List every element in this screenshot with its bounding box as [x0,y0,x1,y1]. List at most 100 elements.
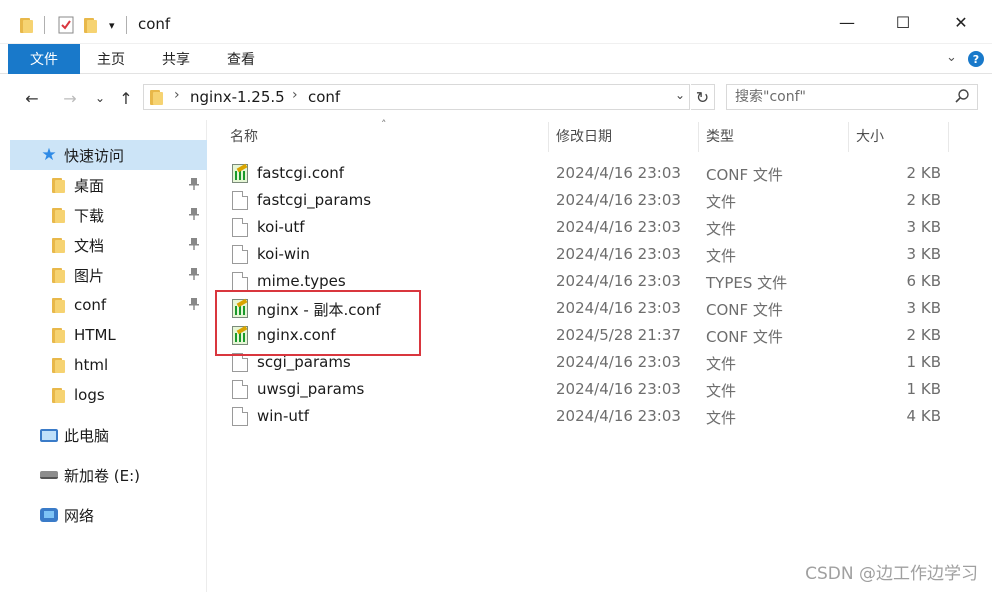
sidebar-item-label: HTML [74,326,116,344]
file-type: 文件 [706,220,737,238]
close-button[interactable]: ✕ [932,0,990,44]
file-size: 2 KB [906,326,941,344]
search-icon[interactable] [954,88,970,108]
minimize-button[interactable]: — [818,0,876,44]
column-header-type[interactable]: 类型 [706,120,734,152]
file-type: 文件 [706,247,737,265]
sidebar-item-label: 文档 [74,236,105,255]
refresh-button[interactable]: ↻ [691,84,715,110]
sidebar-item-label: 图片 [74,266,105,285]
file-size: 2 KB [906,164,941,182]
tab-home[interactable]: 主页 [84,44,138,74]
tab-view[interactable]: 查看 [214,44,268,74]
conf-file-icon [232,164,248,183]
pin-icon[interactable] [189,297,199,313]
sidebar-item-downloads[interactable]: 下载 [10,200,207,230]
file-date: 2024/4/16 23:03 [556,191,681,209]
pin-icon[interactable] [189,267,199,283]
chevron-right-icon[interactable]: › [174,87,180,103]
recent-locations-button[interactable]: ⌄ [88,86,112,110]
file-size: 2 KB [906,191,941,209]
column-divider[interactable] [848,122,849,152]
sidebar-item-label: 新加卷 (E:) [64,466,141,485]
pin-icon[interactable] [189,177,199,193]
sidebar-item-html[interactable]: html [10,350,207,380]
sidebar-item-pictures[interactable]: 图片 [10,260,207,290]
column-divider[interactable] [948,122,949,152]
sidebar-item-label: 快速访问 [64,146,125,165]
column-header-size[interactable]: 大小 [856,120,884,152]
folder-icon [50,297,68,313]
file-name: fastcgi_params [257,191,372,209]
sidebar-item-drive-e[interactable]: 新加卷 (E:) [10,460,207,490]
file-date: 2024/4/16 23:03 [556,353,681,371]
address-dropdown[interactable]: ⌄ [675,88,685,102]
sort-ascending-icon: ˄ [381,118,387,131]
file-date: 2024/4/16 23:03 [556,245,681,263]
sidebar-item-desktop[interactable]: 桌面 [10,170,207,200]
sidebar-item-label: 下载 [74,206,105,225]
file-row[interactable]: koi-utf 2024/4/16 23:03 文件 3 KB [225,214,950,241]
chevron-right-icon[interactable]: › [292,87,298,103]
computer-icon [40,427,58,443]
file-icon [232,218,248,237]
file-row[interactable]: win-utf 2024/4/16 23:03 文件 4 KB [225,403,950,430]
new-folder-icon[interactable] [84,14,98,36]
file-row[interactable]: fastcgi_params 2024/4/16 23:03 文件 2 KB [225,187,950,214]
file-date: 2024/4/16 23:03 [556,164,681,182]
sidebar-item-logs[interactable]: logs [10,380,207,410]
file-date: 2024/4/16 23:03 [556,218,681,236]
sidebar-item-documents[interactable]: 文档 [10,230,207,260]
column-divider[interactable] [548,122,549,152]
file-icon [232,245,248,264]
properties-icon[interactable] [58,14,74,36]
forward-button[interactable]: → [58,86,82,110]
pin-icon[interactable] [189,207,199,223]
search-input[interactable] [735,88,945,106]
sidebar-item-conf[interactable]: conf [10,290,207,320]
folder-icon [50,387,68,403]
pin-icon[interactable] [189,237,199,253]
divider [126,16,127,34]
file-type: 文件 [706,193,737,211]
file-type: 文件 [706,355,737,373]
folder-icon [50,357,68,373]
customize-toolbar-dropdown[interactable]: ▾ [109,14,115,36]
folder-icon [50,177,68,193]
folder-icon [20,14,34,36]
back-button[interactable]: ← [20,86,44,110]
sidebar-item-network[interactable]: 网络 [10,500,207,530]
sidebar-item-html-upper[interactable]: HTML [10,320,207,350]
file-date: 2024/4/16 23:03 [556,299,681,317]
tab-file[interactable]: 文件 [8,44,80,74]
column-divider[interactable] [698,122,699,152]
sidebar-item-label: 桌面 [74,176,105,195]
chevron-down-icon[interactable]: ⌄ [946,50,957,65]
column-header-date[interactable]: 修改日期 [556,120,612,152]
file-size: 3 KB [906,299,941,317]
pictures-icon [50,267,68,283]
title-bar: ▾ conf — ☐ ✕ [0,0,992,44]
ribbon-tabs: 文件 主页 共享 查看 ⌄ ? [0,44,992,74]
sidebar-item-label: logs [74,386,105,404]
tab-share[interactable]: 共享 [150,44,202,74]
sidebar-item-this-pc[interactable]: 此电脑 [10,420,207,450]
sidebar-item-quick-access[interactable]: ★ 快速访问 [10,140,207,170]
star-icon: ★ [41,145,57,165]
file-row[interactable]: koi-win 2024/4/16 23:03 文件 3 KB [225,241,950,268]
drive-icon [40,467,58,483]
documents-icon [50,237,68,253]
file-row[interactable]: uwsgi_params 2024/4/16 23:03 文件 1 KB [225,376,950,403]
up-button[interactable]: ↑ [114,86,138,110]
column-header-name[interactable]: 名称 [230,120,258,152]
maximize-button[interactable]: ☐ [874,0,932,44]
help-icon[interactable]: ? [968,51,984,67]
breadcrumb-item[interactable]: conf [308,88,340,106]
navigation-pane: ★ 快速访问 桌面 下载 文档 图片 conf HTML html logs 此… [0,120,207,592]
address-bar[interactable]: › nginx-1.25.5 › conf ⌄ [143,84,690,110]
breadcrumb-item[interactable]: nginx-1.25.5 [190,88,285,106]
file-size: 4 KB [906,407,941,425]
file-type: CONF 文件 [706,328,783,346]
search-box[interactable] [726,84,978,110]
file-row[interactable]: fastcgi.conf 2024/4/16 23:03 CONF 文件 2 K… [225,160,950,187]
